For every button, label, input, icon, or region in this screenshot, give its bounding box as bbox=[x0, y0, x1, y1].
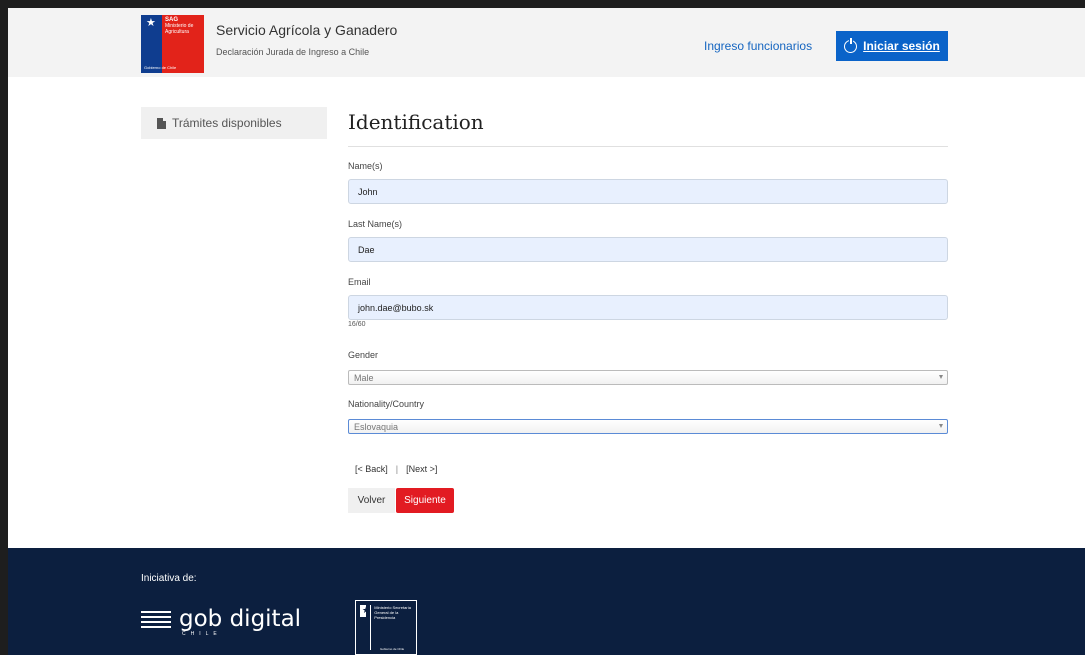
brand-subtitle: Declaración Jurada de Ingreso a Chile bbox=[216, 47, 370, 57]
email-char-counter: 16/60 bbox=[348, 321, 366, 328]
step-nav: [< Back] | [Next >] bbox=[355, 464, 437, 474]
login-button[interactable]: Iniciar sesión bbox=[836, 31, 948, 61]
logo-caption: Gobierno de Chile bbox=[144, 65, 177, 70]
caret-down-icon bbox=[939, 424, 943, 428]
nav-separator: | bbox=[395, 464, 399, 474]
staff-login-link[interactable]: Ingreso funcionarios bbox=[704, 39, 812, 53]
gender-select[interactable]: Male bbox=[348, 370, 948, 385]
ministry-text: Ministerio Secretaría General de la Pres… bbox=[370, 605, 412, 650]
nationality-label: Nationality/Country bbox=[348, 399, 425, 409]
last-name-input[interactable]: Dae bbox=[348, 237, 948, 262]
sag-logo[interactable]: ★ SAG Ministerio de Agricultura Gobierno… bbox=[141, 15, 204, 73]
caret-down-icon bbox=[939, 375, 943, 379]
next-button[interactable]: Siguiente bbox=[396, 488, 454, 513]
power-icon bbox=[844, 37, 858, 53]
shield-icon bbox=[360, 605, 371, 617]
header: ★ SAG Ministerio de Agricultura Gobierno… bbox=[8, 8, 1085, 77]
sidebar-item-label: Trámites disponibles bbox=[172, 116, 282, 130]
title-divider bbox=[348, 146, 948, 147]
login-button-label: Iniciar sesión bbox=[863, 39, 940, 53]
next-link[interactable]: [Next >] bbox=[406, 464, 437, 474]
last-name-label: Last Name(s) bbox=[348, 219, 403, 229]
page: ★ SAG Ministerio de Agricultura Gobierno… bbox=[8, 8, 1085, 655]
brand-title: Servicio Agrícola y Ganadero bbox=[216, 22, 398, 38]
gob-digital-subtext: CHILE bbox=[182, 631, 222, 637]
nationality-select-value: Eslovaquia bbox=[354, 421, 399, 432]
email-input[interactable]: john.dae@bubo.sk bbox=[348, 295, 948, 320]
document-icon bbox=[157, 117, 166, 129]
footer: Iniciativa de: gob digital CHILE Ministe… bbox=[8, 548, 1085, 655]
name-input[interactable]: John bbox=[348, 179, 948, 204]
back-button[interactable]: Volver bbox=[348, 488, 395, 513]
logo-subtext: Ministerio de Agricultura bbox=[165, 23, 194, 35]
ministry-logo[interactable]: Ministerio Secretaría General de la Pres… bbox=[355, 600, 417, 655]
ministry-caption: Gobierno de Chile bbox=[380, 647, 405, 651]
gob-digital-text: gob digital bbox=[179, 606, 302, 632]
gob-digital-logo[interactable]: gob digital CHILE bbox=[141, 606, 302, 637]
sidebar-item-tramites[interactable]: Trámites disponibles bbox=[141, 107, 327, 139]
star-icon: ★ bbox=[146, 17, 156, 29]
back-link[interactable]: [< Back] bbox=[355, 464, 388, 474]
initiative-label: Iniciativa de: bbox=[141, 573, 197, 584]
page-title: Identification bbox=[348, 110, 484, 134]
email-label: Email bbox=[348, 277, 371, 287]
gob-digital-lines-icon bbox=[141, 610, 171, 628]
gender-select-value: Male bbox=[354, 372, 374, 383]
nationality-select[interactable]: Eslovaquia bbox=[348, 419, 948, 434]
name-label: Name(s) bbox=[348, 161, 383, 171]
gender-label: Gender bbox=[348, 350, 379, 360]
